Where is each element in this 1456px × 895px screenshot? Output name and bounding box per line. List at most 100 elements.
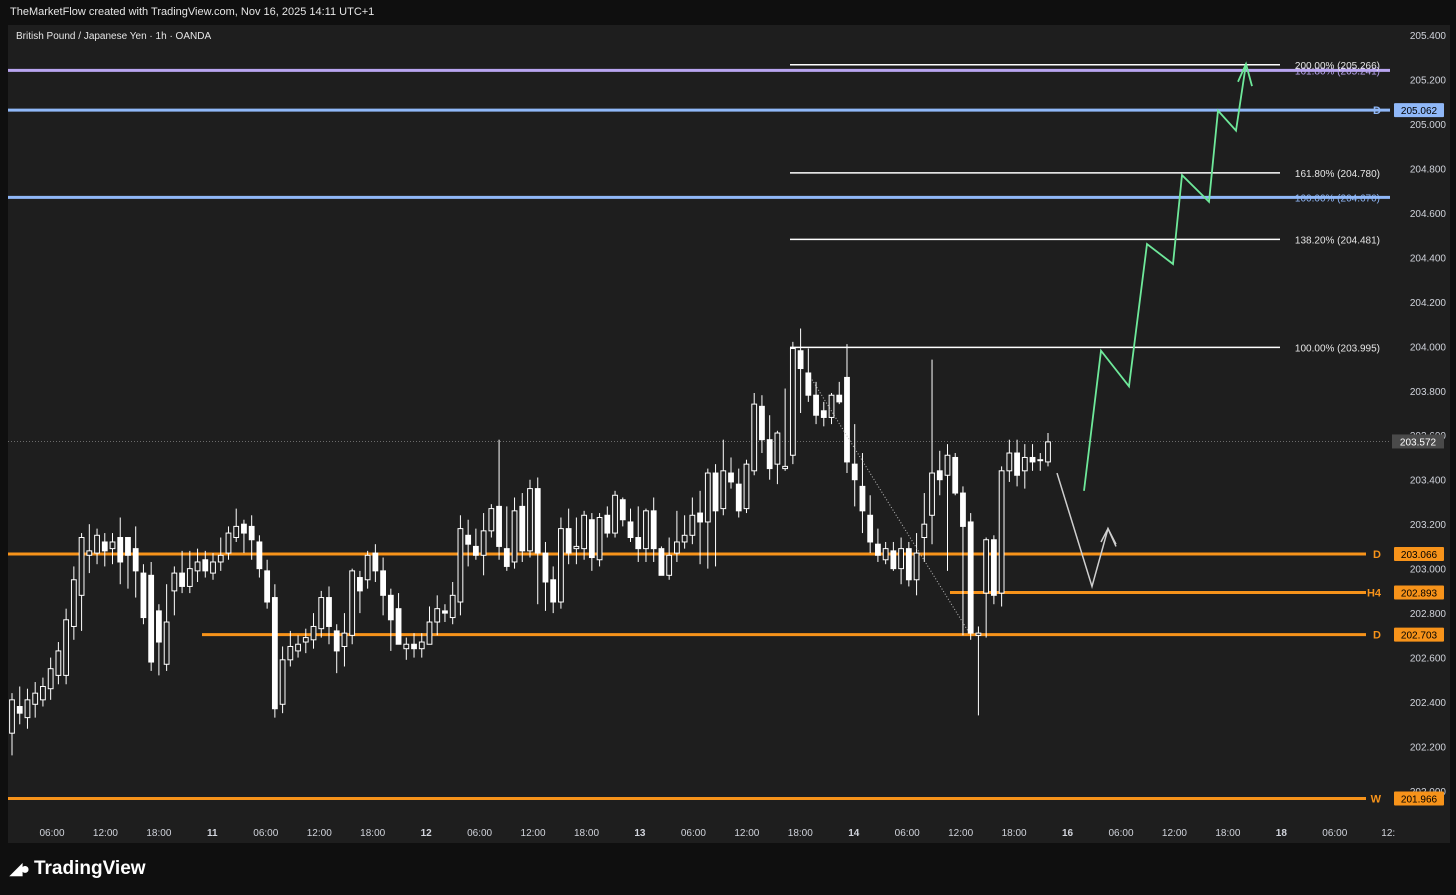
candle-body [905,548,912,581]
candle-body [94,534,100,554]
candle-body [449,594,456,619]
y-tick-label: 203.800 [1410,387,1447,398]
candle-body [148,574,155,663]
candle-body [225,532,232,554]
candle-body [581,514,588,550]
candle-body [1014,452,1020,476]
x-tick-label: 06:00 [681,828,706,839]
candle-body [867,514,874,543]
candle-body [418,641,425,650]
candle-body [975,632,982,636]
candle-body [357,577,363,592]
candle-body [774,432,781,465]
candle-body [40,685,46,701]
level-tag-label: H4 [1367,587,1382,599]
candle-body [248,525,255,541]
candle-body [202,559,209,572]
x-tick-label: 18 [1276,828,1288,839]
level-price-label: 202.703 [1401,631,1438,642]
candle-body [844,376,850,463]
candle-body [929,472,935,516]
current-price-label: 203.572 [1400,437,1437,448]
level-price-label: 202.893 [1401,588,1438,599]
candle-body [16,706,23,714]
candle-body [836,394,843,403]
candle-body [480,530,487,556]
candle-body [983,539,990,594]
y-tick-label: 203.200 [1410,520,1447,531]
level-tag-label: W [1371,794,1382,806]
candle-body [805,372,812,396]
candle-body [766,439,773,470]
x-tick-label: 18:00 [788,828,813,839]
candle-body [387,594,394,621]
x-tick-label: 18:00 [360,828,385,839]
candle-body [643,510,649,550]
y-tick-label: 205.400 [1410,31,1447,42]
y-tick-label: 205.000 [1410,120,1447,131]
candle-body [287,645,294,661]
candle-body [426,621,433,645]
candle-body [140,572,147,619]
candle-body [990,539,997,596]
candle-body [24,699,31,719]
candle-body [194,561,201,572]
candle-body [132,548,139,572]
candle-body [163,621,170,665]
candle-body [403,643,410,650]
brand-label: TradingView [33,858,146,879]
candle-body [720,470,727,510]
x-tick-label: 12:00 [734,828,759,839]
candle-body [55,650,62,676]
candle-body [488,508,495,532]
candle-body [86,550,93,556]
candle-body [256,541,263,570]
x-tick-label: 06:00 [467,828,492,839]
candle-body [666,554,673,576]
candle-body [372,552,379,572]
candle-body [565,528,572,554]
candle-body [519,505,526,552]
x-tick-label: 12:00 [1162,828,1187,839]
candle-body [465,534,472,545]
candle-body [442,610,448,614]
candle-body [728,472,734,483]
level-tag-label: D [1373,105,1381,117]
x-tick-label: 12: [1381,828,1395,839]
x-tick-label: 12:00 [307,828,332,839]
y-tick-label: 204.400 [1410,253,1447,264]
candle-body [179,572,185,587]
candle-body [944,454,951,476]
candle-body [697,512,703,523]
y-tick-label: 202.400 [1410,698,1447,709]
candle-body [171,572,178,592]
candle-body [117,537,124,563]
candle-body [279,659,286,705]
candle-body [998,470,1005,594]
level-tag-label: D [1373,549,1381,561]
candle-body [1021,456,1028,472]
candle-body [588,519,595,559]
y-tick-label: 203.400 [1410,476,1447,487]
candle-body [364,554,371,581]
x-tick-label: 18:00 [574,828,599,839]
candle-body [1037,459,1044,462]
candle-body [186,568,193,587]
level-price-label: 203.066 [1401,550,1438,561]
y-tick-label: 203.000 [1410,565,1447,576]
candle-body [47,668,54,690]
y-tick-label: 204.600 [1410,209,1447,220]
chart-svg: 205.400 205.200 205.000 204.800 204.600 204.4… [8,31,1447,839]
tradingview-logo[interactable]: ◢● TradingView [10,858,146,880]
candle-body [952,456,959,494]
candle-body [472,545,479,556]
candle-body [534,488,541,554]
y-tick-label: 202.800 [1410,609,1447,620]
x-tick-label: 18:00 [146,828,171,839]
symbol-title: British Pound / Japanese Yen · 1h · OAND… [16,31,212,42]
candle-body [125,537,131,556]
candle-body [913,552,920,581]
candle-body [101,541,108,552]
candle-body [967,521,974,634]
candle-body [511,510,518,563]
